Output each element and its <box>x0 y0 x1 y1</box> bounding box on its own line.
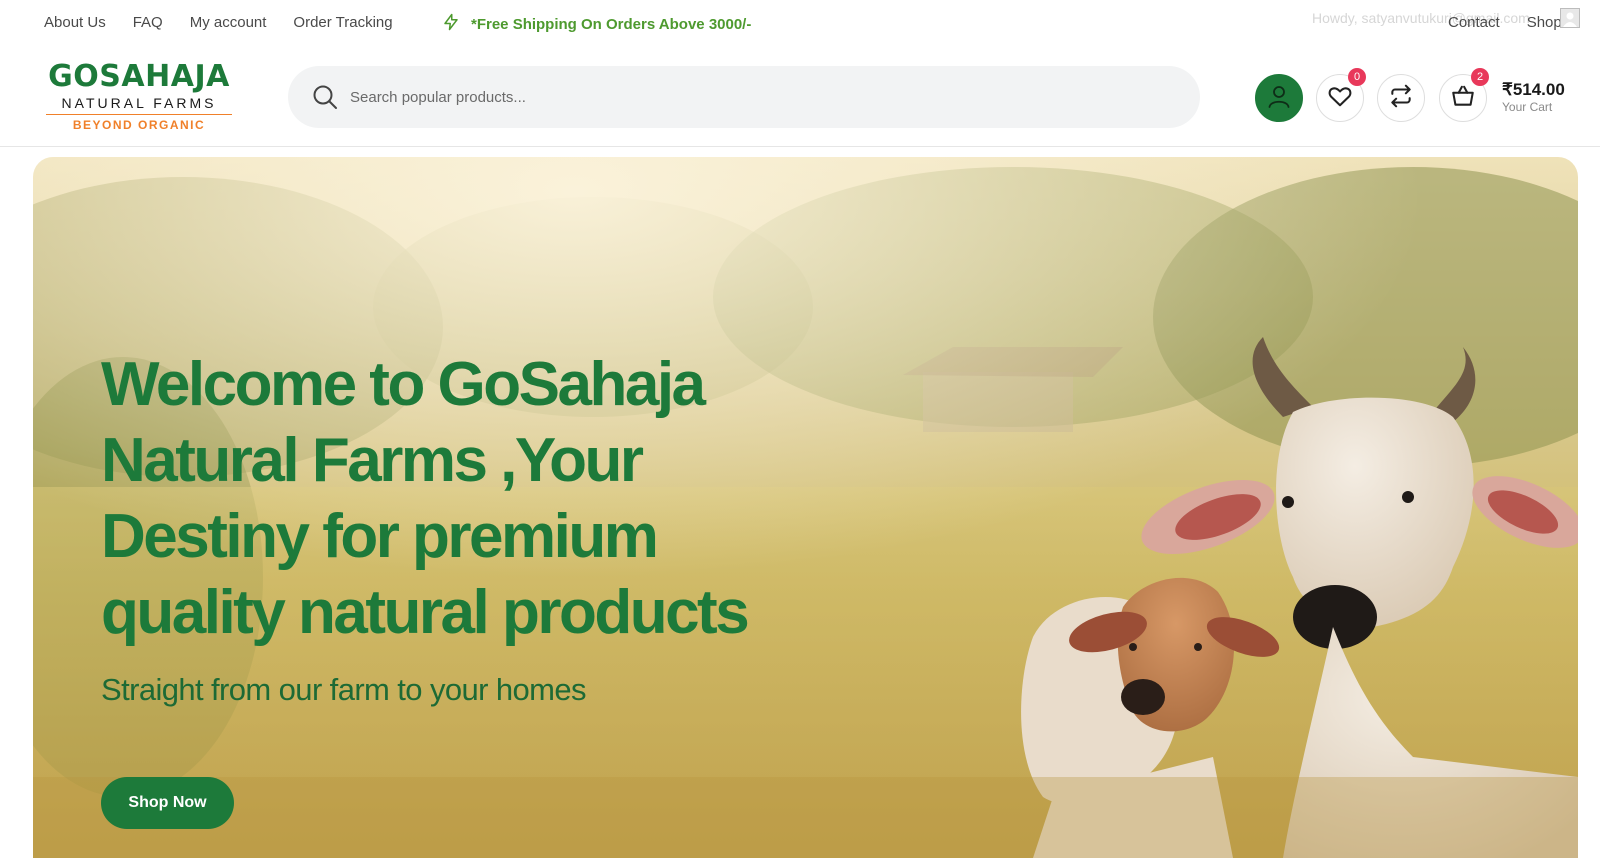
admin-avatar[interactable] <box>1560 8 1580 28</box>
compare-arrows-icon <box>1388 83 1414 114</box>
hero-title: Welcome to GoSahaja Natural Farms ,Your … <box>101 350 750 647</box>
search-bar <box>288 66 1200 128</box>
promo-banner: *Free Shipping On Orders Above 3000/- <box>442 13 751 36</box>
logo-sub: NATURAL FARMS <box>61 95 217 111</box>
logo-tagline: BEYOND ORGANIC <box>72 118 206 132</box>
top-nav: About Us FAQ My account Order Tracking <box>44 14 393 31</box>
nav-order-tracking[interactable]: Order Tracking <box>293 14 392 31</box>
wishlist-count-badge: 0 <box>1348 68 1366 86</box>
heart-icon <box>1327 83 1353 114</box>
search-icon[interactable] <box>312 84 338 110</box>
nav-faq[interactable]: FAQ <box>133 14 163 31</box>
logo-divider <box>46 114 232 115</box>
nav-about-us[interactable]: About Us <box>44 14 106 31</box>
nav-my-account[interactable]: My account <box>190 14 267 31</box>
cart-label: Your Cart <box>1502 100 1553 114</box>
site-header: GOSAHAJA NATURAL FARMS BEYOND ORGANIC 0 … <box>0 46 1600 147</box>
site-logo[interactable]: GOSAHAJA NATURAL FARMS BEYOND ORGANIC <box>44 60 234 132</box>
nav-contact[interactable]: Contact <box>1448 14 1500 31</box>
cart-count-badge: 2 <box>1471 68 1489 86</box>
user-icon <box>1266 83 1292 114</box>
hero-subtitle: Straight from our farm to your homes <box>101 672 587 707</box>
wishlist-button[interactable]: 0 <box>1316 68 1366 122</box>
account-button[interactable] <box>1255 74 1303 122</box>
logo-main: GOSAHAJA <box>48 59 230 94</box>
hero-banner: Welcome to GoSahaja Natural Farms ,Your … <box>33 157 1578 858</box>
cart-button[interactable]: 2 <box>1439 68 1489 122</box>
nav-shop[interactable]: Shop <box>1527 14 1562 31</box>
cart-total[interactable]: ₹514.00 <box>1502 80 1565 100</box>
search-input[interactable] <box>350 88 1150 106</box>
shop-now-button[interactable]: Shop Now <box>101 777 234 829</box>
lightning-icon <box>442 13 460 36</box>
top-bar: About Us FAQ My account Order Tracking *… <box>0 0 1600 46</box>
compare-button[interactable] <box>1377 74 1425 122</box>
promo-text: *Free Shipping On Orders Above 3000/- <box>471 16 752 33</box>
shopping-bag-icon <box>1450 83 1476 114</box>
right-nav: Contact Shop <box>1448 14 1562 31</box>
